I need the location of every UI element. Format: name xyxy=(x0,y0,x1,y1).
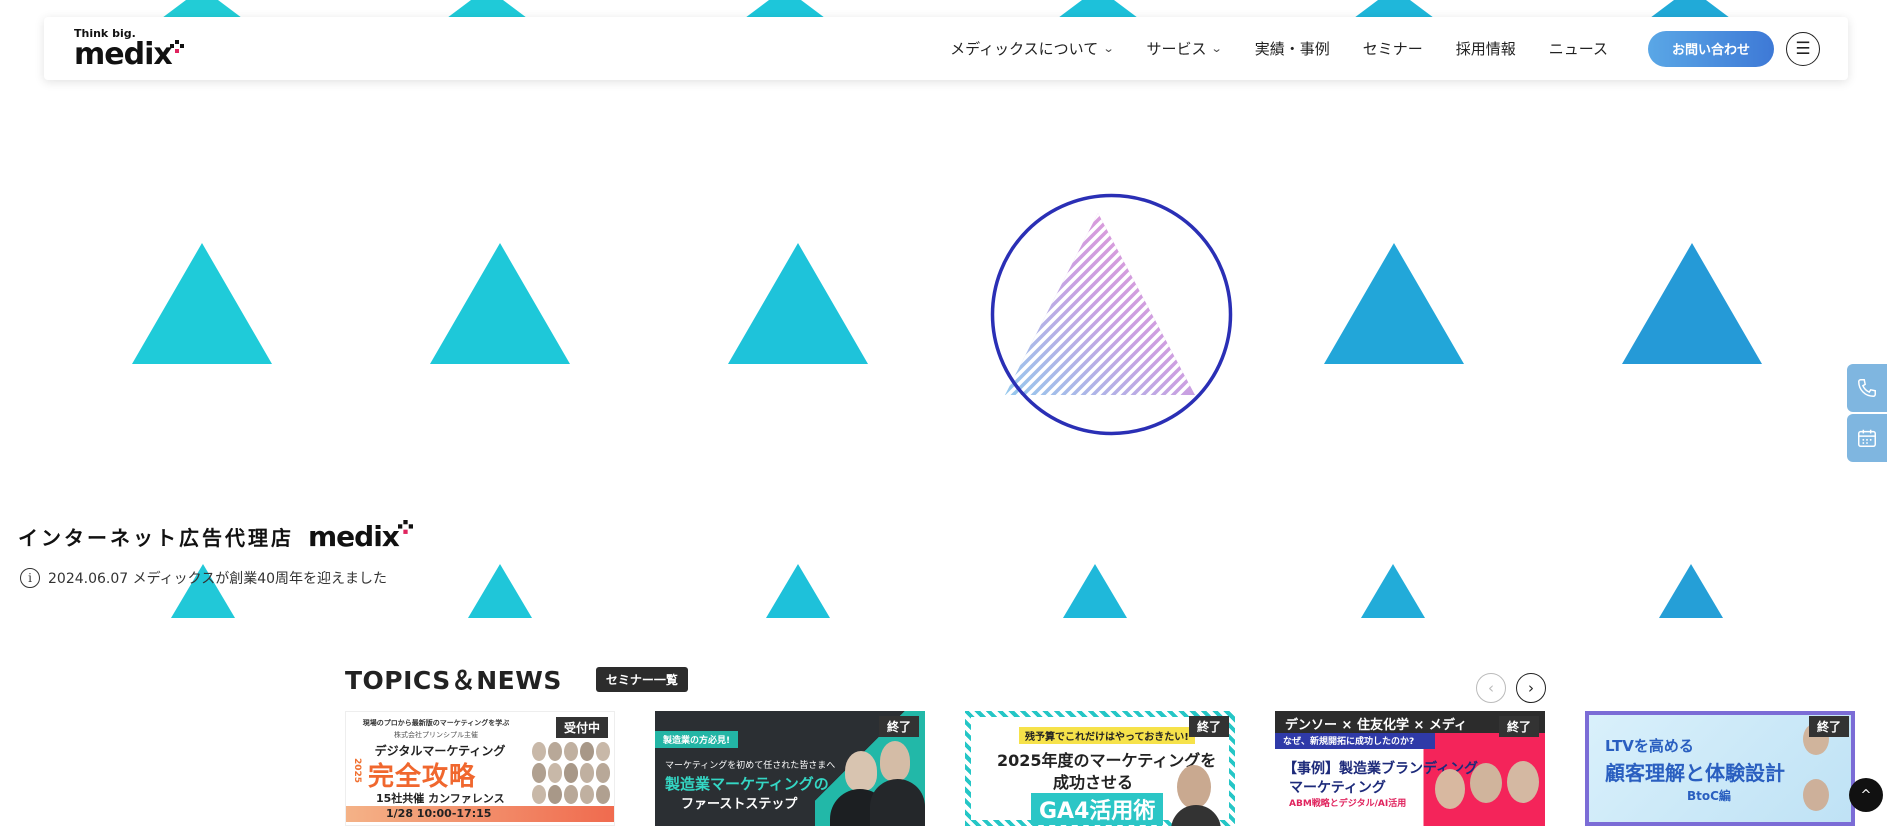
nav-item-news[interactable]: ニュース xyxy=(1549,38,1608,59)
card-sub: 顧客理解と体験設計 xyxy=(1605,761,1785,785)
card-sub: ファーストステップ xyxy=(681,797,798,812)
logo-pixel-mark xyxy=(169,39,184,53)
hamburger-menu-button[interactable]: ☰ xyxy=(1786,31,1820,66)
phone-icon xyxy=(1858,379,1876,397)
topic-card[interactable]: デンソー × 住友化学 × メディ なぜ、新規開拓に成功したのか? 【事例】製造… xyxy=(1275,711,1545,826)
topics-title: TOPICS＆NEWS xyxy=(345,666,562,695)
topics-header: TOPICS＆NEWS セミナー一覧 xyxy=(345,661,688,697)
card-sub: 成功させる xyxy=(1053,773,1134,792)
calendar-icon xyxy=(1858,429,1876,447)
triangle-decoration xyxy=(1063,564,1127,618)
triangle-decoration xyxy=(1622,243,1762,364)
triangle-decoration xyxy=(1324,243,1464,364)
card-top-text: 現場のプロから最新版のマーケティングを学ぶ xyxy=(362,719,510,727)
status-badge: 終了 xyxy=(1498,716,1539,737)
triangle-decoration xyxy=(430,243,570,364)
card-top-text: 製造業の方必見! xyxy=(655,731,739,748)
card-note: ABM戦略とデジタル/AI活用 xyxy=(1289,799,1407,809)
triangle-decoration xyxy=(1650,0,1730,18)
site-header: Think big. medix メディックスについて ⌄ サービス ⌄ 実績・事例… xyxy=(44,17,1848,80)
triangle-decoration xyxy=(728,243,868,364)
status-badge: 終了 xyxy=(1808,716,1849,737)
chevron-up-icon: ^ xyxy=(1860,787,1872,803)
topic-card[interactable]: 現場のプロから最新版のマーケティングを学ぶ 株式会社プリンシプル主催 デジタルマ… xyxy=(345,711,615,826)
topic-card[interactable]: 残予算でこれだけはやっておきたい! 2025年度のマーケティングを 成功させる … xyxy=(965,711,1235,826)
nav-item-cases[interactable]: 実績・事例 xyxy=(1255,38,1330,59)
triangle-decoration xyxy=(132,243,272,364)
card-note: BtoC編 xyxy=(1687,789,1731,803)
hamburger-icon: ☰ xyxy=(1795,38,1811,59)
triangle-decoration xyxy=(1058,0,1138,18)
card-date: 1/28 10:00-17:15 xyxy=(386,807,492,820)
chevron-right-icon: › xyxy=(1528,679,1534,697)
card-big-text: GA4活用術 xyxy=(1031,793,1164,825)
card-headline: 製造業マーケティングの xyxy=(665,775,829,793)
hero-circle-emblem xyxy=(990,193,1233,436)
info-icon: i xyxy=(20,568,40,588)
news-text: 2024.06.07 メディックスが創業40周年を迎えました xyxy=(48,571,388,587)
triangle-decoration xyxy=(1354,0,1434,18)
triangle-decoration xyxy=(766,564,830,618)
topic-card[interactable]: 製造業の方必見! マーケティングを初めて任された皆さまへ 製造業マーケティングの… xyxy=(655,711,925,826)
card-top-text: デンソー × 住友化学 × メディ xyxy=(1285,718,1467,733)
card-headline-2: 完全攻略 xyxy=(368,762,477,792)
triangle-decoration xyxy=(1659,564,1723,618)
card-sub: マーケティング xyxy=(1289,780,1386,796)
status-badge: 終了 xyxy=(1188,716,1229,737)
triangle-decoration xyxy=(447,0,527,18)
triangle-decoration xyxy=(1361,564,1425,618)
logo-pixel-mark xyxy=(397,520,413,534)
chevron-left-icon: ‹ xyxy=(1488,679,1494,697)
speaker-photos xyxy=(532,742,610,804)
site-logo[interactable]: Think big. medix xyxy=(74,28,184,70)
contact-button[interactable]: お問い合わせ xyxy=(1648,30,1774,67)
topic-card[interactable]: LTVを高める 顧客理解と体験設計 BtoC編 終了 xyxy=(1585,711,1855,826)
scroll-to-top-button[interactable]: ^ xyxy=(1849,778,1883,812)
logo-wordmark: medix xyxy=(74,39,184,70)
carousel-next-button[interactable]: › xyxy=(1516,673,1546,703)
card-year: 2025 xyxy=(352,758,362,784)
phone-contact-button[interactable] xyxy=(1847,364,1887,412)
tagline-logo: medix xyxy=(308,520,413,553)
seminar-list-button[interactable]: セミナー一覧 xyxy=(595,666,688,692)
status-badge: 終了 xyxy=(878,716,919,737)
chevron-down-icon: ⌄ xyxy=(1102,42,1115,55)
card-headline: 2025年度のマーケティングを xyxy=(997,751,1217,770)
card-sub: 15社共催 カンファレンス xyxy=(376,792,505,805)
card-headline: LTVを高める xyxy=(1605,737,1694,755)
card-lead: なぜ、新規開拓に成功したのか? xyxy=(1283,737,1415,747)
status-badge: 受付中 xyxy=(555,717,608,738)
hero-tagline: インターネット広告代理店 medix xyxy=(18,520,413,553)
nav-item-seminar[interactable]: セミナー xyxy=(1363,38,1423,59)
calendar-booking-button[interactable] xyxy=(1847,414,1887,462)
triangle-decoration xyxy=(162,0,242,18)
nav-item-recruit[interactable]: 採用情報 xyxy=(1456,38,1516,59)
card-lead: マーケティングを初めて任された皆さまへ xyxy=(665,761,836,771)
card-top-text: 残予算でこれだけはやっておきたい! xyxy=(1019,727,1195,744)
triangle-decoration xyxy=(468,564,532,618)
main-nav: メディックスについて ⌄ サービス ⌄ 実績・事例 セミナー 採用情報 ニュース xyxy=(950,38,1608,59)
nav-item-services[interactable]: サービス ⌄ xyxy=(1146,38,1224,59)
card-org-text: 株式会社プリンシプル主催 xyxy=(394,731,478,739)
triangle-decoration xyxy=(745,0,825,18)
carousel-prev-button[interactable]: ‹ xyxy=(1476,673,1506,703)
hero-news-link[interactable]: i 2024.06.07 メディックスが創業40周年を迎えました xyxy=(20,568,387,588)
tagline-text: インターネット広告代理店 xyxy=(18,526,294,550)
nav-item-about[interactable]: メディックスについて ⌄ xyxy=(950,38,1115,59)
chevron-down-icon: ⌄ xyxy=(1211,42,1224,55)
